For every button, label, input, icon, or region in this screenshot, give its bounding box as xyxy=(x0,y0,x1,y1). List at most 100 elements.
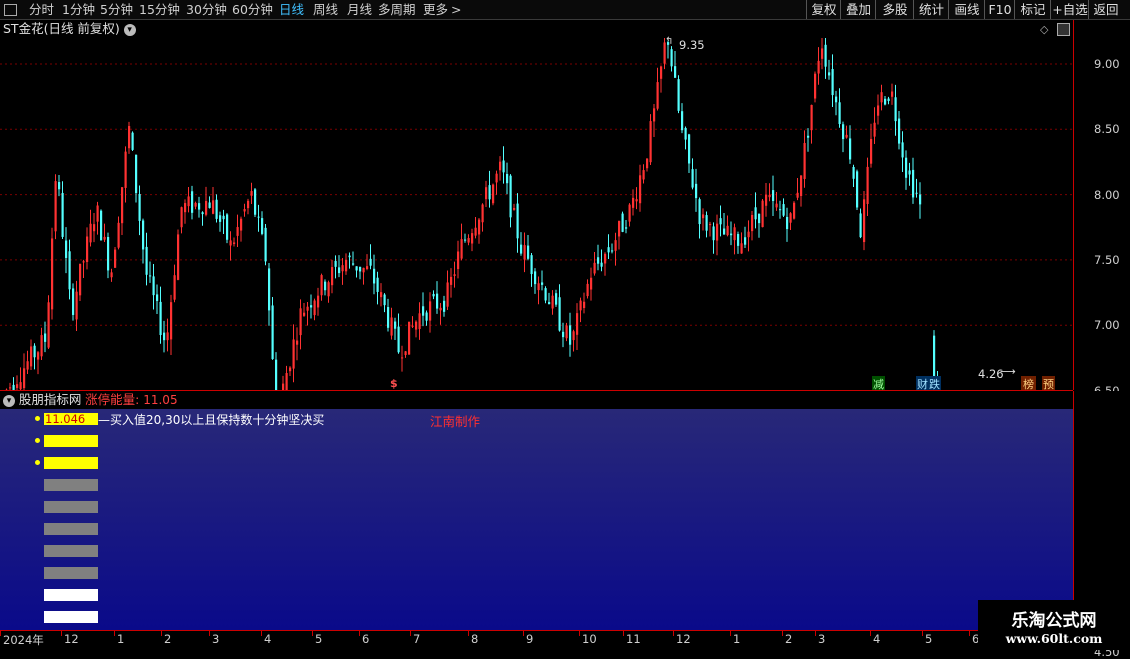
indicator-header: ▾ 股朋指标网 涨停能量: 11.05 xyxy=(0,391,1073,409)
toolbar-button-4[interactable]: 画线 xyxy=(948,0,985,19)
toolbar-button-6[interactable]: 标记 xyxy=(1014,0,1051,19)
candle-body xyxy=(226,214,228,239)
time-tick xyxy=(61,631,62,636)
candle-body xyxy=(709,224,711,225)
period-tab-6[interactable]: 日线 xyxy=(279,0,304,19)
candle-body xyxy=(146,247,148,275)
candle-body xyxy=(559,297,561,330)
signal-dot xyxy=(35,438,40,443)
candle-body xyxy=(835,97,837,103)
candle-body xyxy=(212,200,214,213)
candle-body xyxy=(44,333,46,341)
candle-body xyxy=(902,142,904,157)
time-tick xyxy=(969,631,970,636)
candle-body xyxy=(198,203,200,209)
energy-bar xyxy=(44,523,98,535)
candle-body xyxy=(671,49,673,66)
period-tab-0[interactable]: 分时 xyxy=(29,0,54,19)
more-chevron-icon[interactable]: > xyxy=(451,0,461,19)
candle-body xyxy=(807,136,809,138)
candle-body xyxy=(72,288,74,315)
period-toolbar: 分时 1分钟 5分钟 15分钟 30分钟 60分钟日线周线月线多周期更多> 复权叠加多股统… xyxy=(0,0,1130,20)
candle-body xyxy=(650,121,652,162)
chevron-down-icon[interactable]: ▾ xyxy=(3,395,15,407)
layout-toggle-icon[interactable] xyxy=(1057,23,1070,36)
candle-body xyxy=(387,307,389,328)
candle-body xyxy=(363,268,365,272)
toolbar-button-1[interactable]: 叠加 xyxy=(840,0,876,19)
candle-body xyxy=(776,204,778,208)
candle-body xyxy=(349,256,351,258)
candle-body xyxy=(478,220,480,235)
time-label: 2 xyxy=(164,632,171,646)
dividend-marker[interactable]: $ xyxy=(390,377,398,390)
candle-body xyxy=(898,119,900,144)
chevron-down-icon[interactable]: ▾ xyxy=(124,24,136,36)
energy-bar xyxy=(44,589,98,601)
time-tick xyxy=(870,631,871,636)
toolbar-button-5[interactable]: F10 xyxy=(984,0,1015,19)
candle-body xyxy=(646,159,648,169)
indicator-axis xyxy=(1073,391,1130,630)
indicator-panel[interactable]: 11.046 —买入值20,30以上且保持数十分钟坚决买 江南制作 xyxy=(0,409,1073,630)
candle-body xyxy=(114,250,116,268)
candle-body xyxy=(335,261,337,267)
candle-body xyxy=(772,190,774,201)
time-tick xyxy=(730,631,731,636)
signal-dot xyxy=(35,416,40,421)
candle-body xyxy=(863,199,865,242)
candle-body xyxy=(573,331,575,340)
period-tab-7[interactable]: 周线 xyxy=(313,0,338,19)
candle-body xyxy=(188,196,190,206)
author-label: 江南制作 xyxy=(430,411,480,430)
candle-body xyxy=(377,278,379,292)
time-tick xyxy=(523,631,524,636)
candle-body xyxy=(660,66,662,78)
diamond-icon[interactable]: ◇ xyxy=(1040,23,1048,36)
period-tab-5[interactable]: 60分钟 xyxy=(232,0,273,19)
energy-bar xyxy=(44,501,98,513)
period-tab-4[interactable]: 30分钟 xyxy=(186,0,227,19)
candle-body xyxy=(384,295,386,306)
watermark-url: www.60lt.com xyxy=(978,631,1130,646)
candlestick-chart[interactable] xyxy=(0,38,1073,390)
period-tab-1[interactable]: 1分钟 xyxy=(62,0,95,19)
candle-body xyxy=(492,185,494,204)
layout-icon[interactable] xyxy=(4,4,17,16)
time-tick xyxy=(673,631,674,636)
time-tick xyxy=(782,631,783,636)
toolbar-button-8[interactable]: 返回 xyxy=(1088,0,1123,19)
toolbar-button-7[interactable]: +自选 xyxy=(1050,0,1089,19)
candle-body xyxy=(538,283,540,290)
candle-body xyxy=(842,124,844,139)
time-tick xyxy=(468,631,469,636)
candle-body xyxy=(272,305,274,359)
time-tick xyxy=(579,631,580,636)
period-tab-10[interactable]: 更多 xyxy=(423,0,448,19)
candle-body xyxy=(888,99,890,101)
period-tab-8[interactable]: 月线 xyxy=(347,0,372,19)
candle-body xyxy=(737,234,739,246)
candle-body xyxy=(779,209,781,210)
candle-body xyxy=(464,240,466,241)
period-tab-2[interactable]: 5分钟 xyxy=(100,0,133,19)
period-tab-3[interactable]: 15分钟 xyxy=(139,0,180,19)
candle-body xyxy=(142,220,144,249)
candle-body xyxy=(191,191,193,213)
toolbar-button-3[interactable]: 统计 xyxy=(913,0,949,19)
candle-body xyxy=(237,227,239,236)
candle-body xyxy=(205,201,207,215)
candle-body xyxy=(139,194,141,221)
candle-body xyxy=(356,266,358,270)
candle-body xyxy=(905,158,907,178)
toolbar-button-2[interactable]: 多股 xyxy=(875,0,914,19)
indicator-name[interactable]: 股朋指标网 xyxy=(19,392,82,407)
time-label: 1 xyxy=(117,632,124,646)
candle-body xyxy=(373,269,375,284)
watermark: 乐淘公式网 www.60lt.com xyxy=(978,600,1130,650)
period-tab-9[interactable]: 多周期 xyxy=(378,0,416,19)
candle-body xyxy=(170,302,172,339)
toolbar-button-0[interactable]: 复权 xyxy=(806,0,841,19)
candle-body xyxy=(713,226,715,240)
time-label: 10 xyxy=(582,632,597,646)
